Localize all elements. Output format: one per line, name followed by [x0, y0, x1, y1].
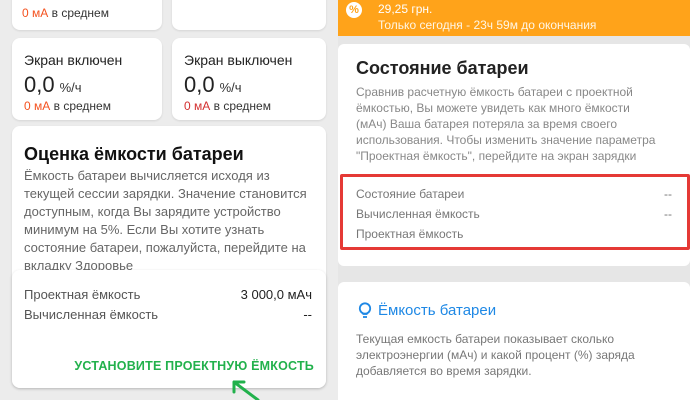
battery-health-title: Состояние батареи: [356, 58, 529, 78]
health-line: (мАч) Ваша батарея потеряла за время сво…: [356, 117, 618, 131]
avg-current-card: 0 мА в среднем: [12, 0, 162, 30]
promo-banner[interactable]: % 29,25 грн. Только сегодня - 23ч 59м до…: [338, 0, 690, 36]
capacity-info-description: Текущая емкость батареи показывает сколь…: [356, 331, 682, 379]
set-design-capacity-button[interactable]: УСТАНОВИТЕ ПРОЕКТНУЮ ЁМКОСТЬ: [74, 359, 314, 373]
capacity-line: добавляется во время зарядки.: [356, 364, 532, 378]
top-right-card: [172, 0, 326, 30]
estimate-description: Ёмкость батареи вычисляется исходя из те…: [24, 167, 320, 275]
promo-countdown: Только сегодня - 23ч 59м до окончания: [378, 18, 597, 32]
screen-on-sub: 0 мА в среднем: [24, 99, 111, 113]
pointer-arrow-icon: [232, 380, 260, 400]
estimate-line: доступным, когда Вы зарядите устройство: [24, 204, 281, 219]
capacity-values-card: Проектная ёмкость 3 000,0 мАч Вычисленна…: [12, 270, 326, 388]
screen-off-unit: %/ч: [219, 80, 242, 95]
screen-on-label: Экран включен: [24, 52, 123, 68]
health-line: "Проектная ёмкость", перейдите на экран …: [356, 149, 637, 163]
health-line: использования. Чтобы изменить значение п…: [356, 133, 656, 147]
left-screen: 0 мА в среднем Экран включен 0,0 %/ч 0 мА…: [0, 0, 338, 400]
lightbulb-icon: [358, 302, 372, 318]
estimate-line: Ёмкость батареи вычисляется исходя из: [24, 168, 270, 183]
design-capacity-value: 3 000,0 мАч: [240, 287, 312, 302]
screen-on-current: 0 мА: [24, 99, 51, 113]
screen-off-sub-suffix: в среднем: [213, 99, 271, 113]
estimate-title: Оценка ёмкости батареи: [24, 144, 244, 164]
estimate-line: текущей сессии зарядки. Значение станови…: [24, 186, 307, 201]
avg-current-suffix: в среднем: [51, 6, 109, 20]
design-capacity-label: Проектная ёмкость: [24, 287, 141, 302]
health-line: ёмкостью, Вы можете увидеть как много ём…: [356, 101, 630, 115]
battery-health-card: Состояние батареи Сравнив расчетную ёмко…: [338, 44, 690, 266]
capacity-line: Текущая емкость батареи показывает сколь…: [356, 332, 615, 346]
screen-on-value: 0,0 %/ч: [24, 72, 82, 98]
avg-current-text: 0 мА в среднем: [22, 6, 109, 20]
capacity-info-title[interactable]: Ёмкость батареи: [378, 302, 496, 319]
screen-on-unit: %/ч: [59, 80, 82, 95]
right-screen: % 29,25 грн. Только сегодня - 23ч 59м до…: [338, 0, 690, 400]
screen-off-label: Экран выключен: [184, 52, 293, 68]
promo-price: 29,25 грн.: [378, 2, 433, 16]
highlight-frame: [340, 174, 690, 250]
screen-off-value: 0,0 %/ч: [184, 72, 242, 98]
calculated-capacity-label: Вычисленная ёмкость: [24, 307, 159, 322]
screen-off-sub: 0 мА в среднем: [184, 99, 271, 113]
screen-on-card: Экран включен 0,0 %/ч 0 мА в среднем: [12, 38, 162, 120]
estimate-line: состояние батареи, пожалуйста, перейдите…: [24, 240, 306, 255]
capacity-info-card: Ёмкость батареи Текущая емкость батареи …: [338, 282, 690, 400]
capacity-line: электроэнергии (мАч) и какой процент (%)…: [356, 348, 635, 362]
calculated-capacity-value: --: [303, 307, 312, 322]
screen-off-current: 0 мА: [184, 99, 211, 113]
battery-health-description: Сравнив расчетную ёмкость батареи с прое…: [356, 84, 682, 164]
screen-on-number: 0,0: [24, 72, 55, 97]
screen-off-card: Экран выключен 0,0 %/ч 0 мА в среднем: [172, 38, 326, 120]
screen-off-number: 0,0: [184, 72, 215, 97]
discount-badge-icon: %: [346, 2, 362, 18]
avg-current-value: 0 мА: [22, 6, 49, 20]
screen-on-sub-suffix: в среднем: [53, 99, 111, 113]
estimate-line: минимум на 5%. Если Вы хотите узнать: [24, 222, 265, 237]
health-line: Сравнив расчетную ёмкость батареи с прое…: [356, 85, 633, 99]
